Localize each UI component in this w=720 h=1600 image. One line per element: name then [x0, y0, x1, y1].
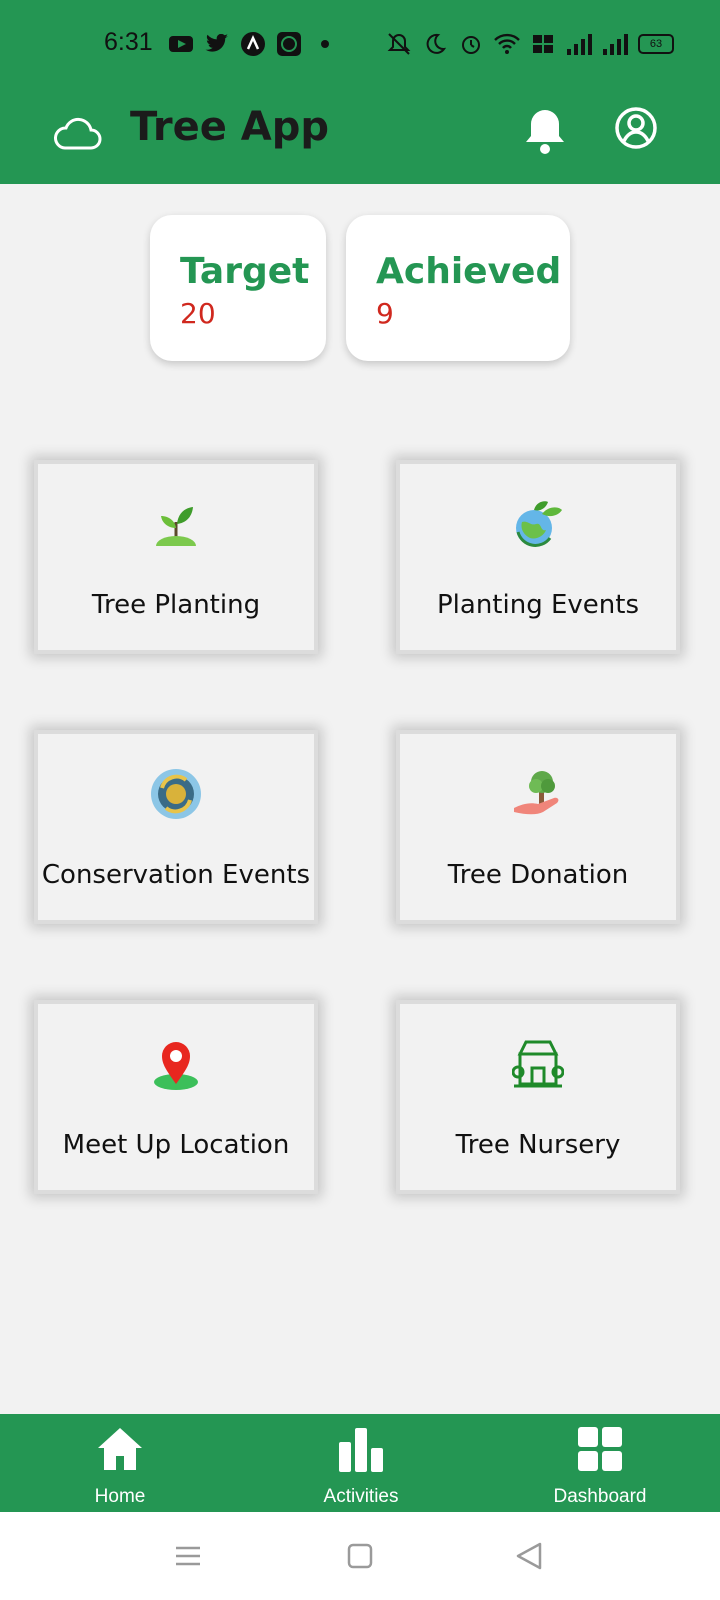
location-pin-icon: [150, 1038, 202, 1090]
achieved-value: 9: [376, 297, 394, 330]
grid-icon: [576, 1426, 624, 1472]
alarm-icon: [458, 31, 484, 57]
home-square-icon[interactable]: [344, 1540, 376, 1572]
nav-dashboard[interactable]: Dashboard: [520, 1414, 680, 1512]
wifi-icon: [494, 31, 520, 57]
signal-icon: [602, 31, 628, 57]
status-right-icons: 63: [386, 30, 674, 58]
recycle-earth-icon: [150, 768, 202, 820]
home-icon: [96, 1426, 144, 1472]
nursery-store-icon: [511, 1038, 565, 1090]
status-time: 6:31: [104, 28, 153, 56]
back-triangle-icon[interactable]: [514, 1540, 546, 1572]
tile-label: Tree Nursery: [455, 1130, 621, 1160]
globe-leaf-icon: [512, 498, 564, 550]
mute-icon: [386, 31, 412, 57]
target-value: 20: [180, 297, 216, 330]
sprout-icon: [150, 498, 202, 550]
tile-conservation-events[interactable]: Conservation Events: [34, 730, 318, 924]
tile-label: Meet Up Location: [62, 1130, 290, 1160]
menu-icon[interactable]: [172, 1540, 204, 1572]
arc-icon: [240, 31, 266, 57]
app-icon: [276, 31, 302, 57]
dot-icon: [312, 31, 338, 57]
tile-planting-events[interactable]: Planting Events: [396, 460, 680, 654]
tile-label: Tree Planting: [91, 590, 261, 620]
achieved-card: Achieved 9: [346, 215, 570, 361]
battery-indicator: 63: [638, 34, 674, 54]
bell-icon[interactable]: [522, 106, 568, 158]
target-card: Target 20: [150, 215, 326, 361]
app-bar: Tree App: [0, 90, 720, 184]
nav-home[interactable]: Home: [40, 1414, 200, 1512]
moon-icon: [422, 31, 448, 57]
nav-dashboard-label: Dashboard: [553, 1486, 647, 1507]
target-label: Target: [180, 251, 310, 292]
cloud-icon[interactable]: [52, 110, 102, 160]
nav-home-label: Home: [94, 1486, 146, 1507]
tile-tree-donation[interactable]: Tree Donation: [396, 730, 680, 924]
achieved-label: Achieved: [376, 251, 562, 292]
nav-activities[interactable]: Activities: [281, 1414, 441, 1512]
signal-icon: [566, 31, 592, 57]
youtube-icon: [168, 31, 194, 57]
status-left-icons: [168, 30, 338, 58]
nav-activities-label: Activities: [323, 1486, 399, 1507]
account-icon[interactable]: [614, 106, 658, 150]
tile-tree-nursery[interactable]: Tree Nursery: [396, 1000, 680, 1194]
volte-icon: [530, 31, 556, 57]
bar-chart-icon: [337, 1426, 385, 1472]
tile-label: Planting Events: [436, 590, 639, 620]
tile-meet-up-location[interactable]: Meet Up Location: [34, 1000, 318, 1194]
tile-label: Conservation Events: [41, 860, 311, 890]
bottom-nav: Home Activities Dashboard: [0, 1414, 720, 1512]
tile-tree-planting[interactable]: Tree Planting: [34, 460, 318, 654]
tile-label: Tree Donation: [447, 860, 629, 890]
system-nav-bar: [0, 1512, 720, 1600]
app-title: Tree App: [130, 104, 330, 150]
hand-tree-icon: [512, 768, 564, 820]
status-bar: 6:31 63: [0, 0, 720, 90]
twitter-icon: [204, 31, 230, 57]
